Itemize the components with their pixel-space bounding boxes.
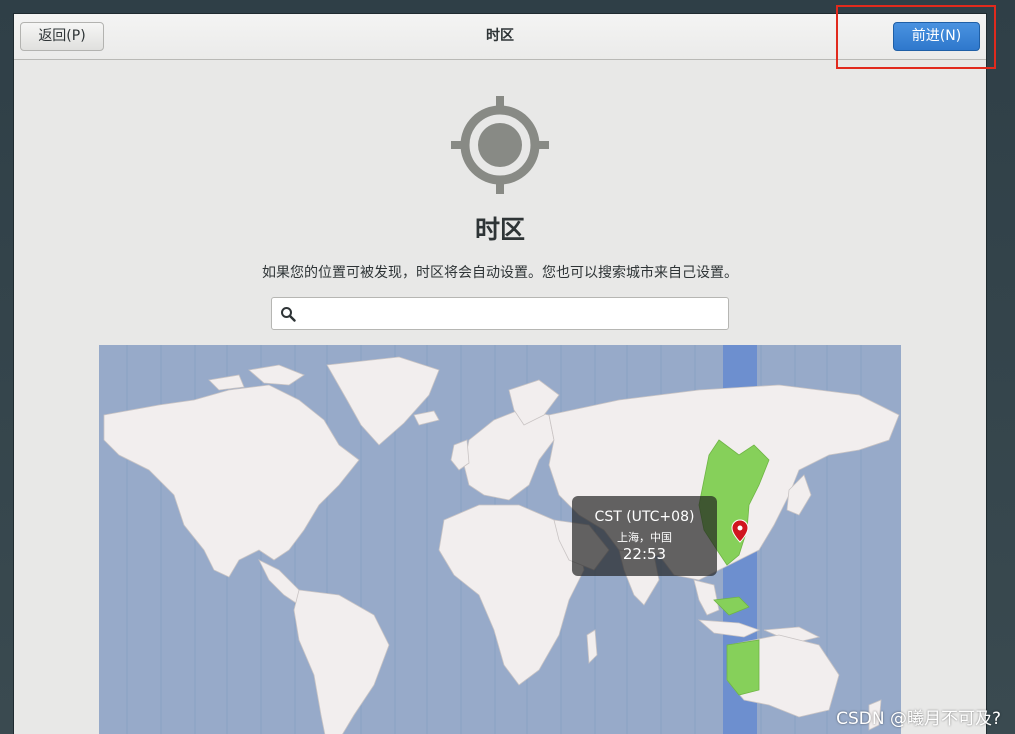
timezone-map[interactable] [99,345,901,734]
next-button-highlight-box [836,5,996,69]
page-description: 如果您的位置可被发现，时区将会自动设置。您也可以搜索城市来自己设置。 [262,265,738,281]
tooltip-zone: CST (UTC+08) [594,509,695,525]
locate-crosshair-icon [451,96,549,194]
tooltip-city: 上海，中国 [617,531,672,544]
watermark: CSDN @曦月不可及? [836,709,1001,729]
search-icon [281,307,296,322]
search-input[interactable] [302,302,726,327]
world-map[interactable] [99,345,901,734]
timezone-window: 返回(P) 时区 前进(N) 时区 如果您的位置可被发现，时区将会自动设置。您也… [14,14,986,734]
tooltip-time: 22:53 [622,545,667,563]
page-title: 时区 [474,215,525,244]
search-field[interactable] [271,297,729,330]
timezone-tooltip: CST (UTC+08) 上海，中国 22:53 [572,496,717,576]
